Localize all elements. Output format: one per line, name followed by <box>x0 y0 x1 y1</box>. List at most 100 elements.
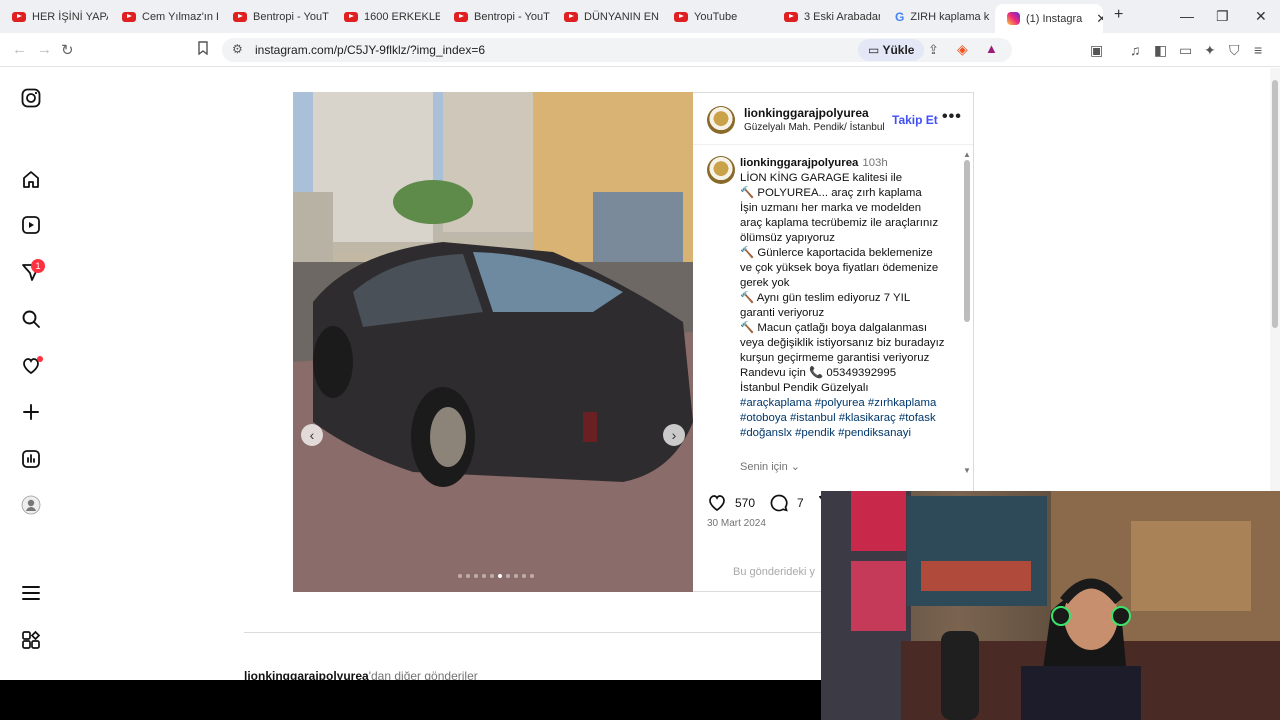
for-you-toggle[interactable]: Senin için ⌄ <box>740 460 800 473</box>
caption-line: kurşun geçirmeme garantisi veriyoruz <box>740 352 930 364</box>
upload-icon: ▭ <box>868 43 883 57</box>
author-username[interactable]: lionkinggarajpolyurea <box>744 106 869 120</box>
caption-line: İşin uzmanı her marka ve modelden <box>740 202 922 214</box>
browser-tab[interactable]: 3 Eski Arabadan <box>772 4 880 29</box>
instagram-logo-icon[interactable] <box>20 87 42 109</box>
post-photo[interactable]: ‹ › <box>293 92 693 592</box>
back-icon[interactable]: ← <box>12 41 27 58</box>
browser-tab[interactable]: HER İŞİNİ YAPA <box>0 4 108 29</box>
also-from-meta-icon[interactable] <box>20 629 42 651</box>
vpn-icon[interactable]: ⛉ <box>1229 42 1240 59</box>
previous-image-icon[interactable]: ‹ <box>301 424 323 446</box>
restore-button[interactable]: ❐ <box>1216 8 1229 25</box>
author-avatar[interactable] <box>707 106 735 134</box>
youtube-icon <box>454 11 468 22</box>
instagram-sidebar <box>0 68 60 680</box>
reader-mode-icon[interactable]: ▣ <box>1090 42 1103 59</box>
browser-tab[interactable]: DÜNYANIN EN <box>552 4 660 29</box>
browser-tab[interactable]: Bentropi - YouT <box>221 4 329 29</box>
youtube-icon <box>122 11 136 22</box>
post-header: lionkinggarajpolyurea Güzelyalı Mah. Pen… <box>693 93 973 145</box>
like-count[interactable]: 570 <box>735 496 755 510</box>
caption-line: 🔨 Aynı gün teslim ediyoruz 7 YIL <box>740 292 911 304</box>
bookmark-icon[interactable] <box>197 41 209 59</box>
create-plus-icon[interactable] <box>20 401 42 423</box>
forward-icon[interactable]: → <box>37 41 52 58</box>
youtube-icon <box>344 11 358 22</box>
brave-shield-icon[interactable]: ◈ <box>957 41 968 58</box>
hashtag-line[interactable]: #araçkaplama #polyurea #zırhkaplama <box>740 396 956 411</box>
carousel-dot[interactable] <box>514 574 518 578</box>
caption-scrollbar[interactable]: ▲ ▼ <box>963 150 971 475</box>
browser-tab[interactable]: Bentropi - YouT <box>442 4 550 29</box>
reload-icon[interactable]: ↻ <box>61 41 74 59</box>
more-menu-icon[interactable] <box>20 582 42 604</box>
new-tab-button[interactable]: + <box>1114 6 1123 24</box>
browser-tab[interactable]: Cem Yılmaz'ın K <box>110 4 218 29</box>
carousel-dot[interactable] <box>482 574 486 578</box>
search-icon[interactable] <box>20 308 42 330</box>
caption-author-avatar[interactable] <box>707 156 735 184</box>
caption-line: 🔨 Günlerce kaportacida beklemenize <box>740 247 933 259</box>
youtube-icon <box>564 11 578 22</box>
caption-time: 103h <box>862 157 888 169</box>
caption-line: ve çok yüksek boya fiyatları ödemenize <box>740 262 939 274</box>
comment-count[interactable]: 7 <box>797 496 804 510</box>
caption-username[interactable]: lionkinggarajpolyurea <box>740 157 858 169</box>
browser-tab[interactable]: 1600 ERKEKLE İ <box>332 4 440 29</box>
minimize-button[interactable]: — <box>1180 8 1194 24</box>
youtube-icon <box>784 11 798 22</box>
upload-button[interactable]: ▭ Yükle <box>858 39 925 61</box>
carousel-dot[interactable] <box>474 574 478 578</box>
home-icon[interactable] <box>20 168 42 190</box>
carousel-dot[interactable] <box>498 574 502 578</box>
caption-line: garanti veriyoruz <box>740 307 825 319</box>
next-image-icon[interactable]: › <box>663 424 685 446</box>
add-comment-input[interactable]: Bu gönderideki y <box>733 566 815 578</box>
comment-icon[interactable] <box>769 493 789 513</box>
caption-line: 🔨 Macun çatlağı boya dalgalanması <box>740 322 928 334</box>
hashtag-line[interactable]: #otoboya #istanbul #klasikaraç #tofask <box>740 411 956 426</box>
dashboard-icon[interactable] <box>20 448 42 470</box>
caption-scroll-thumb[interactable] <box>964 160 970 322</box>
youtube-icon <box>12 11 26 22</box>
youtube-icon <box>233 11 247 22</box>
rewards-icon[interactable]: ▲ <box>985 41 998 56</box>
page-scroll-thumb[interactable] <box>1272 80 1278 328</box>
carousel-dots <box>458 574 534 578</box>
carousel-dot[interactable] <box>458 574 462 578</box>
more-options-icon[interactable]: ••• <box>942 108 962 126</box>
follow-button[interactable]: Takip Et <box>892 113 938 127</box>
profile-avatar-icon[interactable] <box>20 494 42 516</box>
share-icon[interactable]: ⇪ <box>928 42 939 58</box>
carousel-dot[interactable] <box>466 574 470 578</box>
close-window-button[interactable]: ✕ <box>1255 8 1267 25</box>
leo-ai-icon[interactable]: ✦ <box>1204 42 1216 59</box>
browser-tab[interactable]: G ZIRH kaplama k <box>883 4 991 29</box>
caption-line: veya değişiklik istiyorsanız biz buraday… <box>740 337 945 349</box>
wallet-icon[interactable]: ▭ <box>1179 42 1192 59</box>
sidebar-toggle-icon[interactable]: ◧ <box>1154 42 1167 59</box>
site-info-icon[interactable]: ⚙ <box>232 42 243 56</box>
scroll-down-icon[interactable]: ▼ <box>963 466 971 475</box>
section-divider <box>244 632 824 633</box>
carousel-dot[interactable] <box>522 574 526 578</box>
browser-tab[interactable]: YouTube <box>662 4 770 29</box>
like-heart-icon[interactable] <box>707 493 727 513</box>
post-location[interactable]: Güzelyalı Mah. Pendik/ İstanbul <box>744 122 885 133</box>
menu-icon[interactable]: ≡ <box>1254 42 1262 58</box>
reels-icon[interactable] <box>20 214 42 236</box>
car-photo-illustration <box>293 92 693 592</box>
carousel-dot[interactable] <box>490 574 494 578</box>
address-bar[interactable]: ⚙ instagram.com/p/C5JY-9flklz/?img_index… <box>222 38 1012 62</box>
browser-tab-active[interactable]: (1) Instagra ✕ <box>995 4 1103 33</box>
instagram-icon <box>1007 12 1020 25</box>
post-date: 30 Mart 2024 <box>707 518 766 529</box>
close-tab-icon[interactable]: ✕ <box>1096 11 1103 27</box>
activity-dot <box>37 356 43 362</box>
scroll-up-icon[interactable]: ▲ <box>963 150 971 159</box>
media-icon[interactable]: ♫ <box>1130 42 1141 58</box>
hashtag-line[interactable]: #doğanslx #pendik #pendiksanayi <box>740 426 956 441</box>
carousel-dot[interactable] <box>506 574 510 578</box>
carousel-dot[interactable] <box>530 574 534 578</box>
